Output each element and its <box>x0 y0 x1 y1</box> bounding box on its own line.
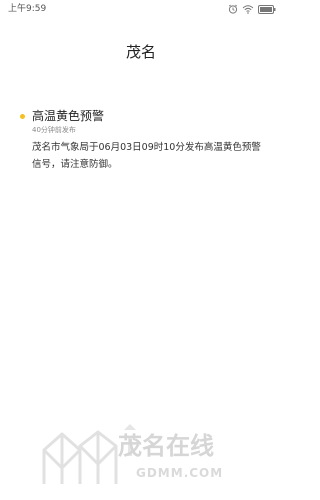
status-time: 上午9:59 <box>8 4 47 14</box>
wifi-icon <box>242 4 254 14</box>
battery-icon <box>258 4 276 14</box>
watermark-text: 茂名在线 <box>118 432 214 460</box>
watermark-subtext: GDMM.COM <box>136 466 224 480</box>
warning-title: 高温黄色预警 <box>32 109 105 123</box>
warning-level-dot <box>20 114 25 119</box>
warning-body: 茂名市气象局于06月03日09时10分发布高温黄色预警信号，请注意防御。 <box>32 142 261 170</box>
status-icons <box>228 3 276 15</box>
alarm-icon <box>228 4 238 14</box>
status-bar: 上午9:59 <box>0 0 282 18</box>
warning-time: 40分钟前发布 <box>32 126 76 134</box>
page-title: 茂名 <box>125 43 156 61</box>
